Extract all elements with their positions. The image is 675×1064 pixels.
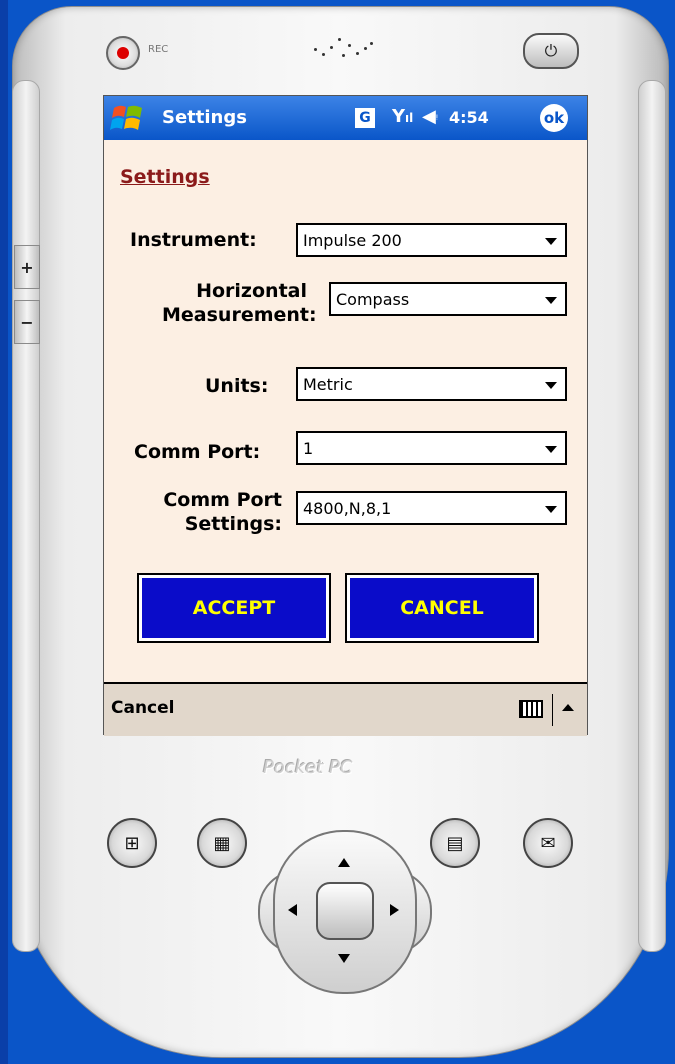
instrument-label: Instrument:: [130, 229, 257, 251]
comm-settings-label-line1: Comm Port: [163, 489, 282, 511]
device-screen: Settings G Yıl ◀ᵎ 4:54 ok Settings Instr…: [103, 95, 588, 736]
directional-pad[interactable]: [258, 830, 432, 994]
chevron-down-icon: [545, 506, 557, 513]
instrument-dropdown[interactable]: Impulse 200: [296, 223, 567, 257]
gprs-icon[interactable]: G: [355, 108, 375, 128]
windows-start-icon[interactable]: [110, 102, 144, 134]
messaging-hardware-button[interactable]: ✉: [523, 818, 573, 868]
horizontal-measurement-label: Horizontal Measurement:: [162, 279, 317, 327]
calendar-hardware-button[interactable]: ▦: [197, 818, 247, 868]
windows-hardware-button[interactable]: ⊞: [107, 818, 157, 868]
pocket-pc-logo: Pocket PC: [263, 757, 353, 778]
window-title: Settings: [162, 107, 247, 128]
units-value: Metric: [303, 375, 353, 394]
device-side-rail-left: [12, 80, 40, 952]
record-icon: [117, 47, 129, 59]
cancel-button[interactable]: CANCEL: [345, 573, 539, 643]
power-icon: ⏻: [544, 41, 558, 60]
comm-port-settings-dropdown[interactable]: 4800,N,8,1: [296, 491, 567, 525]
window-border: [0, 0, 8, 1064]
horizontal-measurement-dropdown[interactable]: Compass: [329, 282, 567, 316]
speaker-volume-icon[interactable]: ◀ᵎ: [422, 106, 438, 127]
accept-button[interactable]: ACCEPT: [137, 573, 331, 643]
dpad-center-button[interactable]: [316, 882, 374, 940]
power-button[interactable]: ⏻: [523, 33, 579, 69]
chevron-down-icon: [545, 297, 557, 304]
arrow-left-icon[interactable]: [288, 904, 297, 916]
page-heading: Settings: [120, 166, 210, 188]
keyboard-icon[interactable]: [519, 700, 543, 718]
ok-button[interactable]: ok: [540, 104, 568, 132]
menu-cancel-item[interactable]: Cancel: [111, 698, 174, 718]
chevron-down-icon: [545, 382, 557, 389]
arrow-up-icon[interactable]: [338, 858, 350, 867]
units-dropdown[interactable]: Metric: [296, 367, 567, 401]
comm-port-settings-value: 4800,N,8,1: [303, 499, 392, 518]
instrument-value: Impulse 200: [303, 231, 402, 250]
horizontal-label-line2: Measurement:: [162, 304, 317, 326]
horizontal-measurement-value: Compass: [336, 290, 410, 309]
envelope-icon: ✉: [540, 832, 556, 854]
device-side-rail-right: [638, 80, 666, 952]
comm-port-settings-label: Comm Port Settings:: [137, 488, 282, 536]
horizontal-label-line1: Horizontal: [196, 280, 307, 302]
chevron-down-icon: [545, 446, 557, 453]
units-label: Units:: [205, 375, 269, 397]
volume-up-button[interactable]: +: [14, 245, 40, 289]
menu-divider: [552, 694, 553, 726]
menu-bar: Cancel: [104, 682, 587, 736]
record-button[interactable]: [106, 36, 140, 70]
comm-port-label: Comm Port:: [134, 441, 261, 463]
contacts-hardware-button[interactable]: ▤: [430, 818, 480, 868]
arrow-right-icon[interactable]: [390, 904, 399, 916]
input-panel-arrow-icon[interactable]: [562, 704, 574, 711]
arrow-down-icon[interactable]: [338, 954, 350, 963]
chevron-down-icon: [545, 238, 557, 245]
record-label: REC: [148, 44, 169, 55]
windows-flag-icon: ⊞: [124, 832, 140, 854]
title-bar: Settings G Yıl ◀ᵎ 4:54 ok: [104, 96, 587, 140]
contacts-icon: ▤: [446, 832, 464, 854]
volume-down-button[interactable]: −: [14, 300, 40, 344]
comm-port-value: 1: [303, 439, 314, 458]
signal-icon[interactable]: Yıl: [392, 106, 413, 127]
comm-settings-label-line2: Settings:: [184, 513, 282, 535]
clock[interactable]: 4:54: [449, 108, 489, 127]
comm-port-dropdown[interactable]: 1: [296, 431, 567, 465]
speaker-grille: [308, 34, 378, 68]
calendar-icon: ▦: [213, 832, 231, 854]
